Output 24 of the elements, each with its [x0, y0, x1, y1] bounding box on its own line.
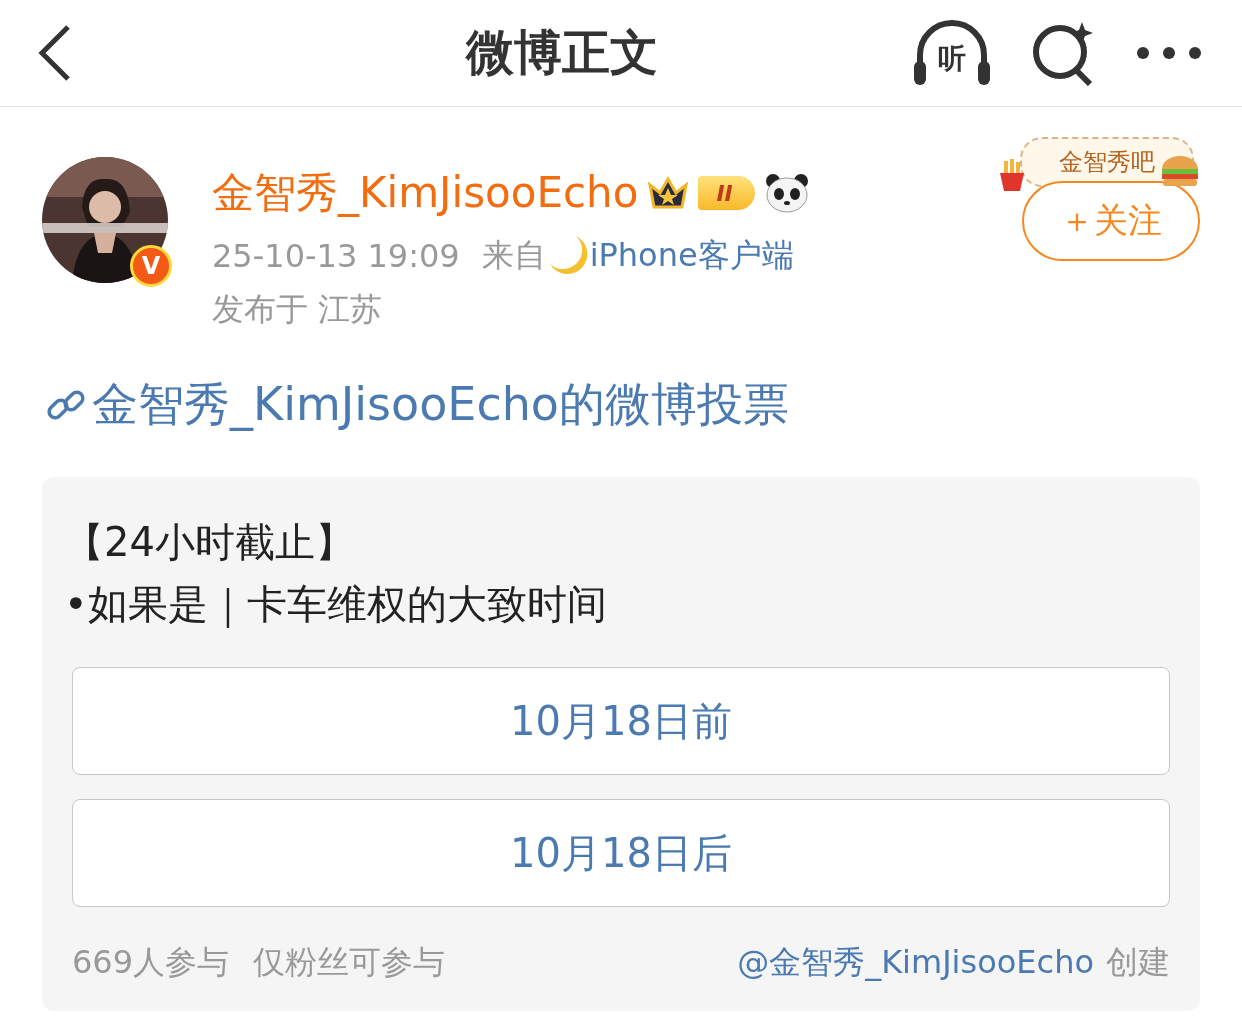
source-link[interactable]: iPhone客户端	[589, 234, 794, 278]
follow-button[interactable]: ＋关注	[1022, 181, 1200, 261]
listen-button[interactable]: 听	[912, 17, 992, 89]
creator-link[interactable]: @金智秀_KimJisooEcho	[737, 941, 1094, 985]
verified-badge: V	[130, 245, 172, 287]
poll-restriction: 仅粉丝可参与	[253, 942, 446, 983]
burger-icon	[1160, 155, 1200, 187]
post-location: 发布于 江苏	[212, 289, 383, 330]
poll-question: •如果是｜卡车维权的大致时间	[64, 579, 608, 630]
level-badge: II	[698, 176, 755, 210]
poll-option[interactable]: 10月18日后	[72, 799, 1170, 907]
panda-icon	[764, 173, 809, 213]
poll-option[interactable]: 10月18日前	[72, 667, 1170, 775]
page-title: 微博正文	[464, 23, 659, 82]
author-name[interactable]: 金智秀_KimJisooEcho	[212, 165, 639, 221]
back-icon[interactable]	[36, 23, 72, 83]
participant-count: 669人参与	[72, 942, 230, 983]
source-prefix: 来自	[481, 235, 546, 276]
crown-icon	[648, 175, 689, 211]
poll-question: 【24小时截止】	[64, 517, 356, 567]
post-time: 25-10-13 19:09	[212, 237, 460, 275]
poll-link[interactable]: 金智秀_KimJisooEcho的微博投票	[92, 374, 789, 436]
more-icon[interactable]	[1136, 46, 1202, 60]
creator-suffix: 创建	[1106, 942, 1170, 983]
